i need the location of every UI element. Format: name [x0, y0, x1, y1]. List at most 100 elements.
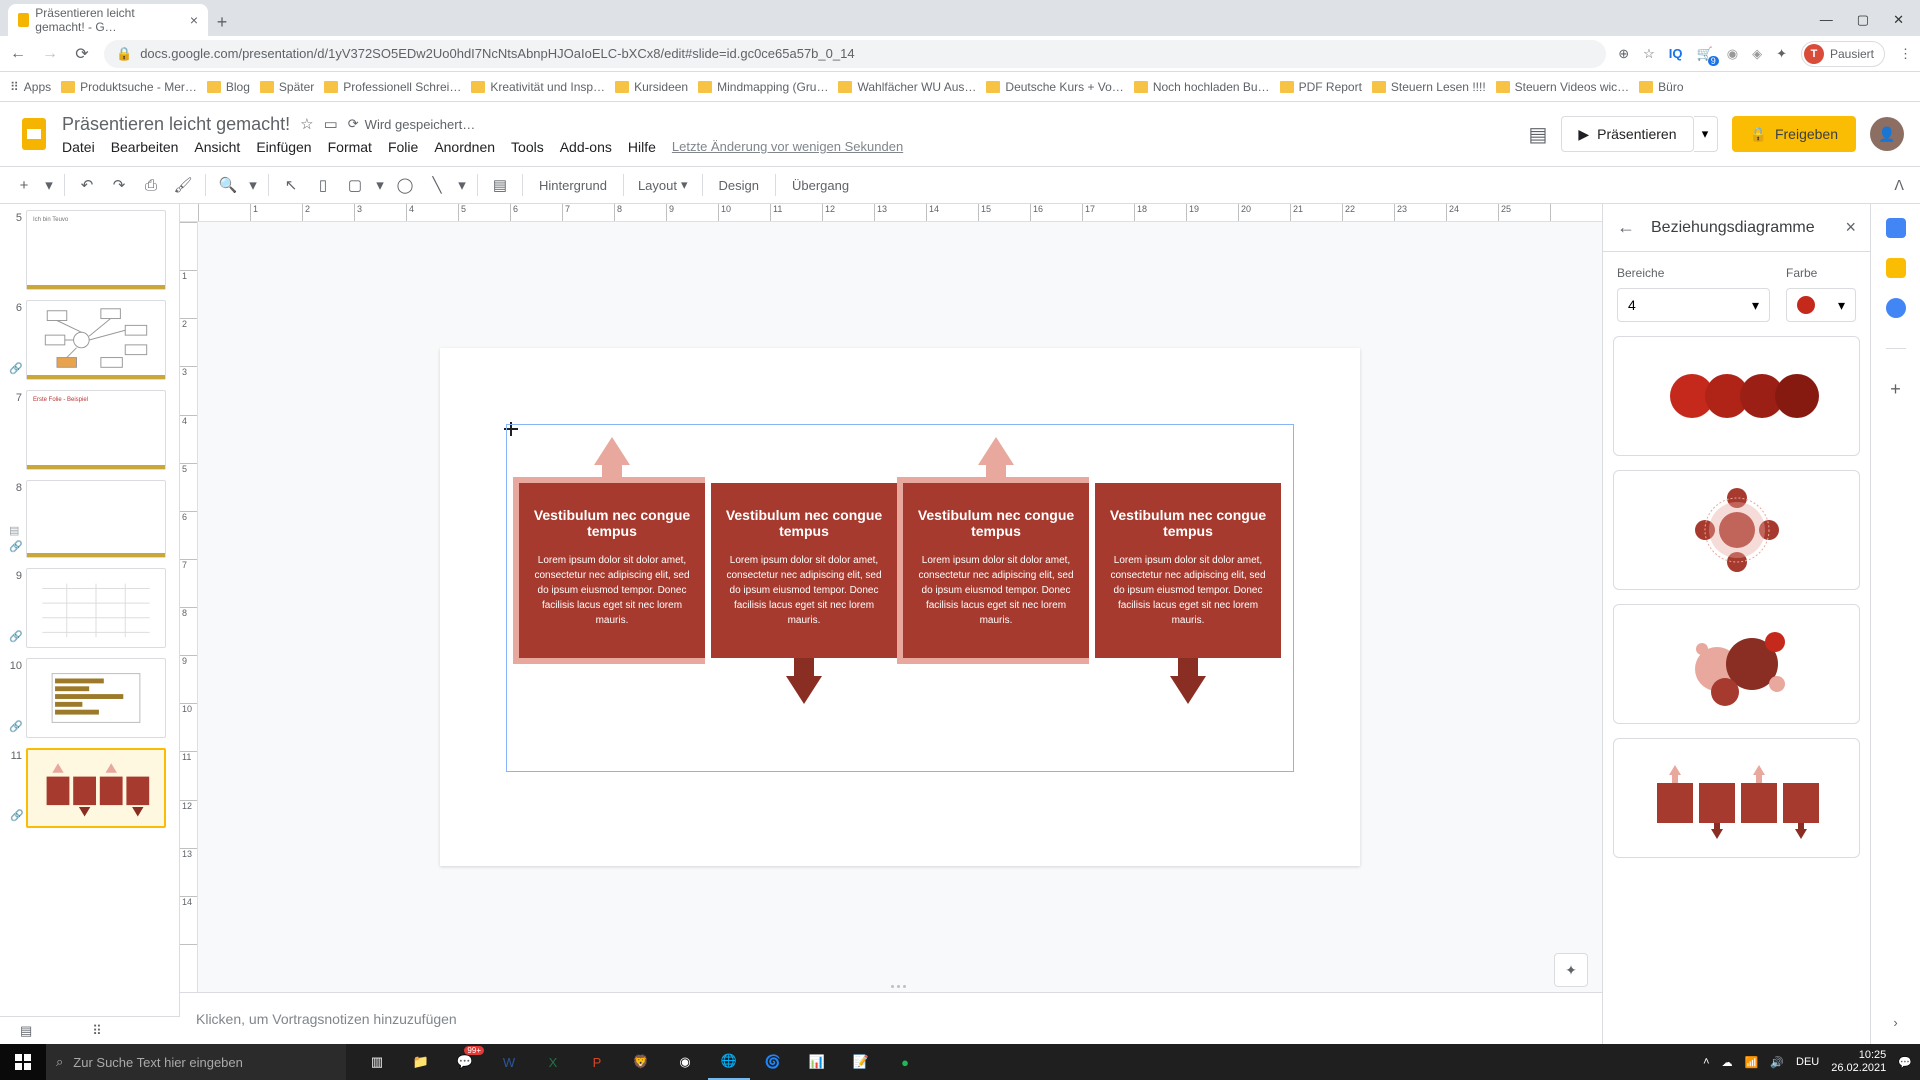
new-slide-button[interactable]: + — [10, 171, 38, 199]
diagram-box-4[interactable]: Vestibulum nec congue tempus Lorem ipsum… — [1095, 483, 1281, 658]
present-dropdown[interactable]: ▾ — [1694, 116, 1718, 152]
image-tool[interactable]: ▢ — [341, 171, 369, 199]
bookmark-item[interactable]: Steuern Videos wic… — [1496, 80, 1630, 94]
extensions-icon[interactable]: ✦ — [1776, 46, 1787, 62]
powerpoint-icon[interactable]: P — [576, 1044, 618, 1080]
slide-canvas[interactable]: Vestibulum nec congue tempus Lorem ipsum… — [198, 222, 1602, 992]
menu-ansicht[interactable]: Ansicht — [194, 139, 240, 155]
extension-icon[interactable]: IQ — [1669, 46, 1683, 61]
document-title[interactable]: Präsentieren leicht gemacht! — [62, 114, 290, 135]
slide-thumbnail-7[interactable]: Erste Folie - Beispiel — [26, 390, 166, 470]
comment-button[interactable]: ▤ — [486, 171, 514, 199]
transition-button[interactable]: Übergang — [784, 178, 857, 193]
slide-thumbnail-5[interactable]: Ich bin Teuvo — [26, 210, 166, 290]
bookmark-item[interactable]: Wahlfächer WU Aus… — [838, 80, 976, 94]
notifications-icon[interactable]: 💬 — [1898, 1056, 1912, 1069]
start-button[interactable] — [0, 1044, 46, 1080]
undo-button[interactable]: ↶ — [73, 171, 101, 199]
color-select[interactable]: ▾ — [1786, 288, 1856, 322]
diagram-template-3[interactable] — [1613, 604, 1860, 724]
taskbar-search[interactable]: ⌕ Zur Suche Text hier eingeben — [46, 1044, 346, 1080]
bookmark-item[interactable]: Kursideen — [615, 80, 688, 94]
share-button[interactable]: 🔒 Freigeben — [1732, 116, 1856, 152]
browser-tab[interactable]: Präsentieren leicht gemacht! - G… × — [8, 4, 208, 36]
menu-format[interactable]: Format — [328, 139, 372, 155]
diagram-selection[interactable]: Vestibulum nec congue tempus Lorem ipsum… — [506, 424, 1294, 772]
speaker-notes[interactable]: Klicken, um Vortragsnotizen hinzuzufügen… — [180, 992, 1602, 1044]
extension-cart-icon[interactable]: 🛒9 — [1697, 46, 1713, 62]
forward-icon[interactable]: → — [40, 45, 60, 63]
explore-button[interactable]: ✦ — [1554, 953, 1588, 987]
language-indicator[interactable]: DEU — [1796, 1056, 1819, 1068]
zoom-button[interactable]: 🔍 — [214, 171, 242, 199]
address-bar[interactable]: 🔒 docs.google.com/presentation/d/1yV372S… — [104, 40, 1606, 68]
brave-icon[interactable]: 🦁 — [620, 1044, 662, 1080]
menu-datei[interactable]: Datei — [62, 139, 95, 155]
textbox-tool[interactable]: ▯ — [309, 171, 337, 199]
bookmark-item[interactable]: Kreativität und Insp… — [471, 80, 605, 94]
bookmark-item[interactable]: Deutsche Kurs + Vo… — [986, 80, 1123, 94]
menu-tools[interactable]: Tools — [511, 139, 544, 155]
back-icon[interactable]: ← — [1617, 217, 1635, 238]
notes-resize-handle[interactable] — [891, 985, 921, 991]
bookmark-item[interactable]: Blog — [207, 80, 250, 94]
messenger-icon[interactable]: 💬99+ — [444, 1044, 486, 1080]
onedrive-icon[interactable]: ☁ — [1722, 1056, 1733, 1069]
diagram-box-1[interactable]: Vestibulum nec congue tempus Lorem ipsum… — [519, 483, 705, 658]
app-icon[interactable]: 📝 — [840, 1044, 882, 1080]
word-icon[interactable]: W — [488, 1044, 530, 1080]
diagram-template-2[interactable] — [1613, 470, 1860, 590]
chrome-menu-icon[interactable]: ⋮ — [1899, 46, 1912, 62]
app-icon[interactable]: 📊 — [796, 1044, 838, 1080]
reload-icon[interactable]: ⟳ — [72, 44, 92, 64]
diagram-box-3[interactable]: Vestibulum nec congue tempus Lorem ipsum… — [903, 483, 1089, 658]
volume-icon[interactable]: 🔊 — [1770, 1056, 1784, 1069]
menu-hilfe[interactable]: Hilfe — [628, 139, 656, 155]
menu-einfuegen[interactable]: Einfügen — [256, 139, 311, 155]
image-dropdown[interactable]: ▾ — [373, 171, 387, 199]
bookmark-item[interactable]: Noch hochladen Bu… — [1134, 80, 1270, 94]
wifi-icon[interactable]: 📶 — [1745, 1056, 1759, 1069]
filmstrip-view-icon[interactable]: ▤ — [20, 1023, 32, 1039]
shape-tool[interactable]: ◯ — [391, 171, 419, 199]
chrome-profile[interactable]: T Pausiert — [1801, 41, 1885, 67]
spotify-icon[interactable]: ● — [884, 1044, 926, 1080]
diagram-box-2[interactable]: Vestibulum nec congue tempus Lorem ipsum… — [711, 483, 897, 658]
select-tool[interactable]: ↖ — [277, 171, 305, 199]
filmstrip[interactable]: 5 Ich bin Teuvo 6 🔗 7 Erste Folie - Beis… — [0, 204, 180, 1016]
taskbar-clock[interactable]: 10:25 26.02.2021 — [1831, 1049, 1886, 1075]
maximize-icon[interactable]: ▢ — [1857, 12, 1869, 28]
apps-button[interactable]: ⠿Apps — [10, 80, 51, 94]
file-explorer-icon[interactable]: 📁 — [400, 1044, 442, 1080]
tray-chevron-icon[interactable]: ˄ — [1703, 1056, 1709, 1068]
new-tab-button[interactable]: + — [208, 8, 236, 36]
line-dropdown[interactable]: ▾ — [455, 171, 469, 199]
zoom-dropdown[interactable]: ▾ — [246, 171, 260, 199]
diagram-template-4[interactable] — [1613, 738, 1860, 858]
areas-select[interactable]: 4 ▾ — [1617, 288, 1770, 322]
bookmark-item[interactable]: PDF Report — [1280, 80, 1362, 94]
menu-folie[interactable]: Folie — [388, 139, 418, 155]
keep-icon[interactable] — [1886, 258, 1906, 278]
comments-icon[interactable]: ▤ — [1528, 122, 1547, 147]
slides-logo-icon[interactable] — [16, 110, 52, 158]
chevron-right-icon[interactable]: › — [1893, 1015, 1897, 1030]
layout-dropdown[interactable]: Layout▾ — [632, 177, 694, 193]
collapse-toolbar-icon[interactable]: ᐱ — [1894, 177, 1904, 194]
slide-thumbnail-10[interactable]: 🔗 — [26, 658, 166, 738]
slide-thumbnail-6[interactable]: 🔗 — [26, 300, 166, 380]
tasks-icon[interactable] — [1886, 298, 1906, 318]
slide-thumbnail-9[interactable]: 🔗 — [26, 568, 166, 648]
chrome-icon[interactable]: 🌐 — [708, 1044, 750, 1080]
diagram-template-1[interactable] — [1613, 336, 1860, 456]
account-avatar[interactable]: 👤 — [1870, 117, 1904, 151]
close-icon[interactable]: × — [190, 12, 198, 28]
add-addon-icon[interactable]: + — [1890, 379, 1901, 400]
design-button[interactable]: Design — [711, 178, 767, 193]
present-button[interactable]: ▶ Präsentieren — [1561, 116, 1693, 152]
grid-view-icon[interactable]: ⠿ — [92, 1023, 102, 1039]
calendar-icon[interactable] — [1886, 218, 1906, 238]
minimize-icon[interactable]: — — [1820, 12, 1833, 28]
task-view-icon[interactable]: ▥ — [356, 1044, 398, 1080]
last-change-link[interactable]: Letzte Änderung vor wenigen Sekunden — [672, 139, 903, 154]
